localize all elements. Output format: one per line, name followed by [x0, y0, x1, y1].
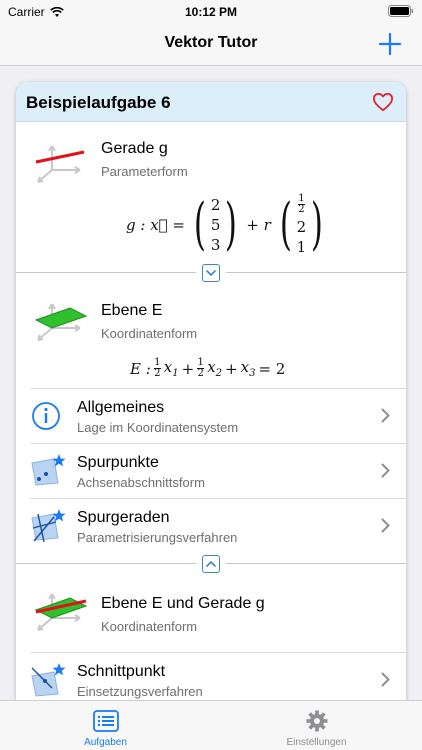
- plane-eq-lhs: E :: [130, 359, 151, 378]
- line-eq-plus-r: + r: [246, 215, 271, 234]
- plane-3d-icon: [34, 303, 88, 341]
- frac-den: 2: [298, 204, 305, 215]
- line-title: Gerade g: [101, 140, 168, 157]
- list-item-schnittpunkt[interactable]: Schnittpunkt Einsetzungsverfahren: [16, 652, 406, 702]
- divider-left: [16, 272, 196, 273]
- intersection-point-icon: [31, 663, 66, 697]
- row-title: Schnittpunkt: [77, 663, 166, 680]
- var-x2-index: 2: [215, 368, 223, 379]
- chevron-right-icon: [381, 518, 390, 533]
- row-title: Spurgeraden: [77, 509, 170, 526]
- add-icon[interactable]: [378, 32, 402, 56]
- direction-x-fraction: 1 2: [297, 193, 305, 215]
- plane-title: Ebene E: [101, 302, 163, 319]
- tab-label: Aufgaben: [84, 737, 127, 748]
- var-x3-index: 3: [249, 368, 256, 379]
- row-separator: [30, 388, 406, 389]
- chevron-down-icon: [206, 270, 216, 277]
- plane-eq-rhs: = 2: [258, 359, 286, 378]
- task-card: Beispielaufgabe 6 Gerade g Parameterform…: [16, 82, 406, 702]
- coef2-fraction: 1 2: [197, 357, 205, 379]
- collapse-button[interactable]: [202, 555, 220, 573]
- status-right: [388, 5, 414, 20]
- line-equation: g : x⃗ = ( 2 5 3 ) + r ( 1 2 2 1 ): [126, 191, 324, 257]
- plane-equation: E : 1 2 x1 + 1 2 x2 + x3 = 2: [130, 357, 286, 380]
- status-bar: Carrier 10:12 PM: [0, 0, 422, 24]
- expand-button[interactable]: [202, 264, 220, 282]
- tab-aufgaben[interactable]: Aufgaben: [0, 701, 211, 750]
- chevron-up-icon: [206, 560, 216, 567]
- favorite-heart-icon[interactable]: [372, 92, 394, 112]
- status-time: 10:12 PM: [184, 5, 238, 19]
- trace-lines-icon: [31, 509, 66, 543]
- row-subtitle: Achsenabschnittsform: [77, 475, 205, 490]
- row-subtitle: Einsetzungsverfahren: [77, 684, 203, 699]
- divider-left: [16, 563, 196, 564]
- tab-bar: Aufgaben Einstellungen: [0, 700, 422, 750]
- coef1-fraction: 1 2: [153, 357, 161, 379]
- navigation-bar: Vektor Tutor: [0, 24, 422, 66]
- row-subtitle: Lage im Koordinatensystem: [77, 420, 239, 435]
- direction-vector: 1 2 2 1: [297, 192, 307, 257]
- chevron-right-icon: [381, 672, 390, 687]
- frac-num: 1: [298, 193, 305, 204]
- row-separator: [30, 652, 406, 653]
- var-x1: x: [163, 358, 173, 376]
- info-icon: [32, 402, 60, 430]
- list-item-allgemeines[interactable]: Allgemeines Lage im Koordinatensystem: [16, 388, 406, 443]
- var-x3: x: [240, 358, 250, 376]
- plus-1: +: [181, 359, 195, 378]
- chevron-right-icon: [381, 463, 390, 478]
- row-title: Allgemeines: [77, 399, 165, 416]
- plus-2: +: [225, 359, 238, 378]
- coef1-num: 1: [154, 357, 161, 368]
- var-x1-index: 1: [172, 368, 179, 379]
- direction-z: 1: [296, 238, 307, 256]
- support-y: 5: [210, 215, 221, 234]
- coef1-den: 2: [154, 368, 161, 379]
- gear-icon: [306, 710, 328, 732]
- plane-and-line-3d-icon: [34, 593, 88, 631]
- list-icon: [93, 710, 119, 732]
- line-subtitle: Parameterform: [101, 164, 188, 179]
- support-vector: 2 5 3: [211, 195, 221, 255]
- battery-icon: [388, 5, 414, 17]
- list-item-spurpunkte[interactable]: Spurpunkte Achsenabschnittsform: [16, 443, 406, 498]
- row-separator: [30, 443, 406, 444]
- coef2-den: 2: [197, 368, 204, 379]
- divider-right: [226, 272, 406, 273]
- support-z: 3: [210, 235, 221, 254]
- line-3d-icon: [35, 145, 85, 183]
- nav-title: Vektor Tutor: [164, 34, 258, 51]
- coef2-num: 1: [197, 357, 204, 368]
- row-title: Spurpunkte: [77, 454, 159, 471]
- var-x2: x: [207, 358, 216, 376]
- direction-y: 2: [296, 218, 307, 236]
- list-item-spurgeraden[interactable]: Spurgeraden Parametrisierungsverfahren: [16, 498, 406, 553]
- card-header: Beispielaufgabe 6: [16, 82, 406, 122]
- chevron-right-icon: [381, 408, 390, 423]
- plane-subtitle: Koordinatenform: [101, 326, 198, 341]
- row-subtitle: Parametrisierungsverfahren: [77, 530, 238, 545]
- row-separator: [30, 498, 406, 499]
- line-eq-lhs: g : x⃗ =: [126, 215, 185, 234]
- divider-right: [226, 563, 406, 564]
- tab-einstellungen[interactable]: Einstellungen: [211, 701, 422, 750]
- combo-title: Ebene E und Gerade g: [101, 595, 265, 612]
- trace-points-icon: [31, 454, 66, 486]
- combo-subtitle: Koordinatenform: [101, 619, 198, 634]
- support-x: 2: [210, 195, 221, 214]
- card-title: Beispielaufgabe 6: [26, 93, 171, 112]
- tab-label: Einstellungen: [286, 737, 347, 748]
